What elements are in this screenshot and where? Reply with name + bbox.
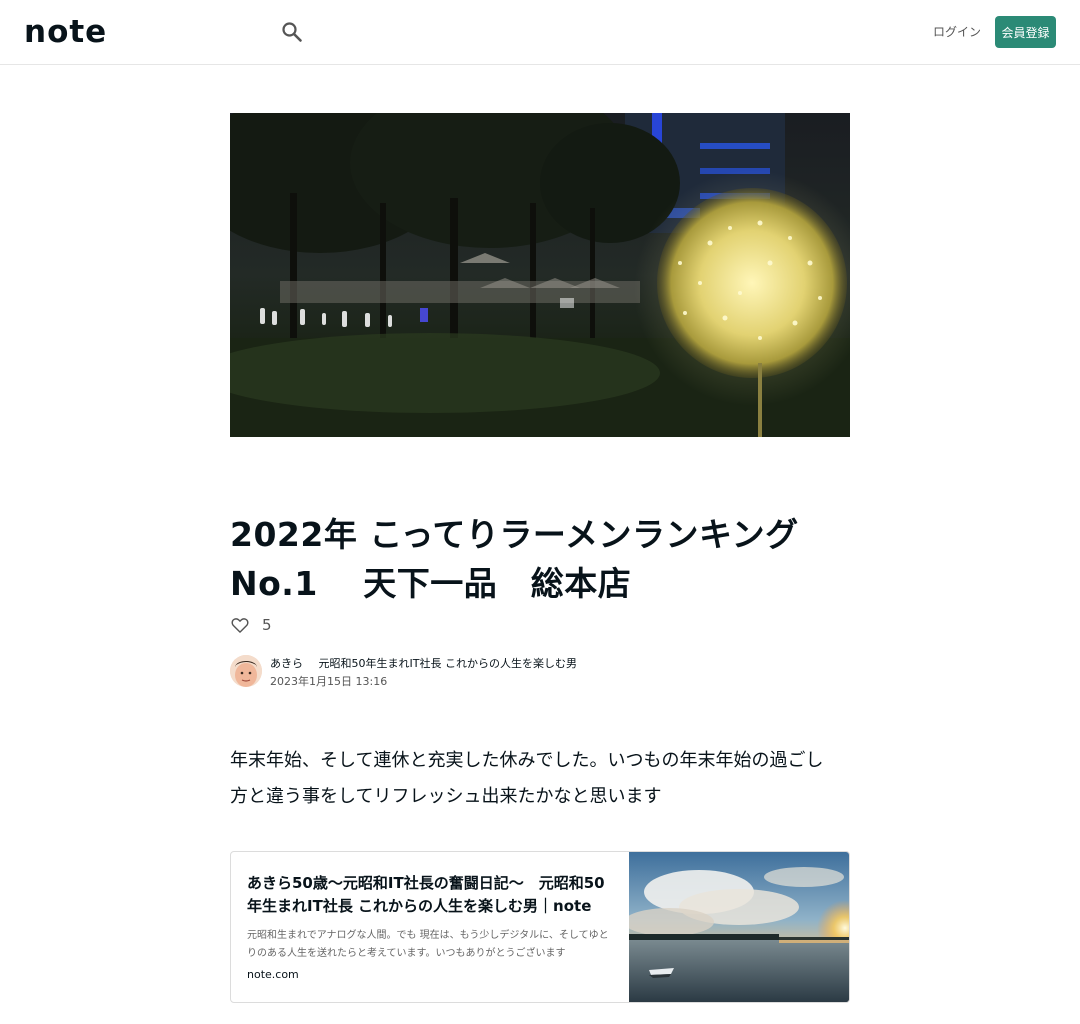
- embed-text: あきら50歳〜元昭和IT社長の奮闘日記〜 元昭和50年生まれIT社長 これからの…: [247, 872, 615, 983]
- author-bio: 元昭和50年生まれIT社長 これからの人生を楽しむ男: [318, 657, 577, 670]
- embed-domain: note.com: [247, 968, 299, 981]
- body-paragraph-line: 年末年始、そして連休と充実した休みでした。いつもの年末年始の過ごし: [230, 750, 824, 771]
- note-logo[interactable]: note: [24, 16, 107, 48]
- like-count: 5: [262, 616, 272, 634]
- body-paragraph-line: 方と違う事をしてリフレッシュ出来たかなと思います: [230, 786, 662, 807]
- embed-thumbnail: [629, 852, 849, 1002]
- article-title: 2022年 こってりラーメンランキング No.1 天下一品 総本店: [230, 515, 799, 603]
- link-embed-card[interactable]: あきら50歳〜元昭和IT社長の奮闘日記〜 元昭和50年生まれIT社長 これからの…: [230, 851, 850, 1003]
- login-link[interactable]: ログイン: [933, 24, 981, 40]
- embed-description: 元昭和生まれでアナログな人間。でも 現在は、もう少しデジタルに、そしてゆとりのあ…: [247, 930, 609, 959]
- author-avatar[interactable]: [230, 655, 262, 687]
- author-info: あきら 元昭和50年生まれIT社長 これからの人生を楽しむ男: [270, 657, 577, 671]
- publish-date: 2023年1月15日 13:16: [270, 675, 388, 688]
- search-icon[interactable]: [280, 20, 304, 44]
- embed-title[interactable]: あきら50歳〜元昭和IT社長の奮闘日記〜 元昭和50年生まれIT社長 これからの…: [247, 872, 615, 918]
- heart-outline-icon[interactable]: [230, 615, 250, 635]
- hero-image: [230, 113, 850, 437]
- site-header: note ログイン 会員登録: [0, 0, 1080, 65]
- author-name[interactable]: あきら: [270, 657, 303, 670]
- signup-button[interactable]: 会員登録: [995, 16, 1056, 48]
